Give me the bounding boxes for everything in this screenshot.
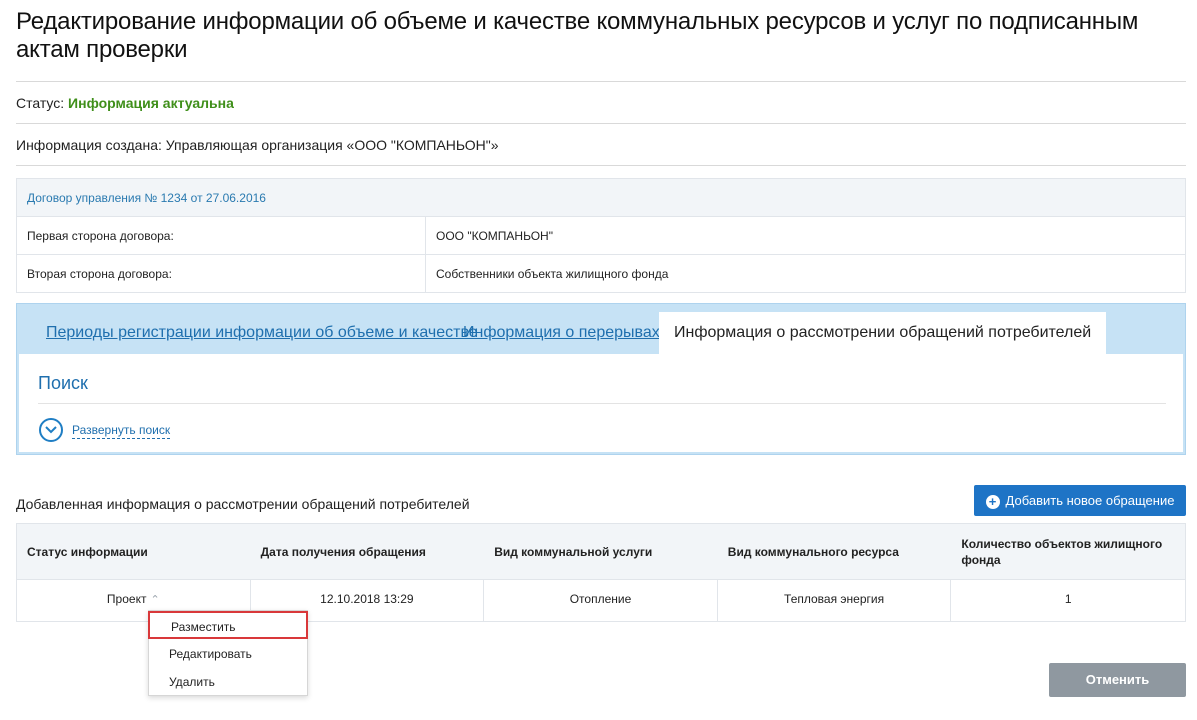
chevron-up-icon[interactable]: ⌃ xyxy=(150,594,159,606)
contract-row: Первая сторона договора: ООО "КОМПАНЬОН" xyxy=(17,217,1185,255)
table-header: Статус информации Дата получения обращен… xyxy=(17,524,1185,580)
contract-header: Договор управления № 1234 от 27.06.2016 xyxy=(17,179,1185,217)
row-context-menu: Разместить Редактировать Удалить xyxy=(148,610,308,696)
divider xyxy=(16,165,1186,166)
contract-row-key: Первая сторона договора: xyxy=(17,217,426,254)
column-header: Статус информации xyxy=(27,544,148,559)
divider xyxy=(16,81,1186,82)
contract-row-value: Собственники объекта жилищного фонда xyxy=(436,267,669,281)
add-appeal-button-label: Добавить новое обращение xyxy=(1005,493,1175,508)
cell-count: 1 xyxy=(1064,592,1072,606)
divider xyxy=(16,123,1186,124)
search-title: Поиск xyxy=(38,373,88,393)
plus-circle-icon: + xyxy=(985,495,1000,509)
tab-consumer-appeals[interactable]: Информация о рассмотрении обращений потр… xyxy=(659,312,1107,354)
cell-status-text: Проект xyxy=(106,592,147,606)
contract-row: Вторая сторона договора: Собственники об… xyxy=(17,255,1185,293)
column-header: Вид коммунального ресурса xyxy=(727,544,899,559)
appeals-table: Статус информации Дата получения обращен… xyxy=(16,523,1186,622)
menu-item-edit[interactable]: Редактировать xyxy=(149,640,307,668)
cell-service: Отопление xyxy=(484,580,718,622)
cancel-button[interactable]: Отменить xyxy=(1049,663,1186,697)
page-title: Редактирование информации об объеме и ка… xyxy=(16,8,1139,63)
column-header: Количество объектов жилищного фонда xyxy=(961,536,1163,567)
tab-periods[interactable]: Периоды регистрации информации об объеме… xyxy=(46,312,478,354)
menu-item-publish[interactable]: Разместить xyxy=(148,611,308,639)
add-appeal-button[interactable]: + Добавить новое обращение xyxy=(974,485,1186,516)
cell-resource: Тепловая энергия xyxy=(718,580,952,622)
tab-breaks[interactable]: Информация о перерывах xyxy=(463,312,660,354)
search-panel: Поиск Развернуть поиск xyxy=(19,354,1183,452)
column-header: Вид коммунальной услуги xyxy=(494,544,653,559)
column-header: Дата получения обращения xyxy=(260,544,426,559)
divider xyxy=(38,403,1166,404)
created-info: Информация создана: Управляющая организа… xyxy=(16,137,499,153)
chevron-down-circle-icon[interactable] xyxy=(39,418,63,442)
section-title: Добавленная информация о рассмотрении об… xyxy=(16,496,470,512)
status-line: Статус: Информация актуальна xyxy=(16,95,234,111)
contract-row-key: Вторая сторона договора: xyxy=(17,255,426,293)
contract-row-value: ООО "КОМПАНЬОН" xyxy=(436,229,553,243)
expand-search-link[interactable]: Развернуть поиск xyxy=(72,423,171,439)
status-label: Статус: xyxy=(16,95,69,111)
status-value: Информация актуальна xyxy=(68,95,234,111)
contract-block: Договор управления № 1234 от 27.06.2016 … xyxy=(16,178,1186,293)
tabs-panel: Периоды регистрации информации об объеме… xyxy=(16,303,1186,455)
menu-item-delete[interactable]: Удалить xyxy=(149,668,307,696)
